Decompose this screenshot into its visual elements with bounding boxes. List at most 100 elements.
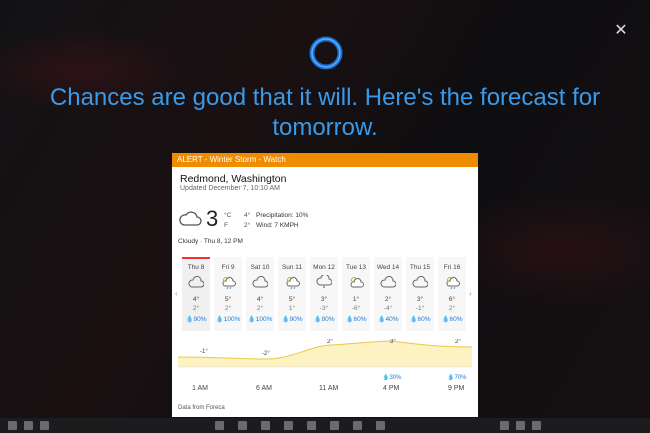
sun-rain-icon	[446, 277, 460, 289]
day-low: 2°	[256, 305, 264, 312]
day-card[interactable]: Fri 16 6° 2° 💧60%	[438, 257, 466, 331]
cloud-icon	[380, 276, 396, 288]
hour-tick: 9 PM	[448, 385, 465, 392]
day-card[interactable]: Sat 10 4° 2° 💧100%	[246, 257, 274, 331]
sun-cloud-icon	[350, 277, 364, 288]
today-high: 4°	[244, 212, 251, 219]
hour-tick: 6 AM	[256, 385, 272, 392]
day-name: Sun 11	[281, 264, 303, 271]
day-card[interactable]: Thu 8 4° 2° 💧90%	[182, 257, 210, 331]
volume-icon[interactable]	[516, 421, 525, 430]
close-icon[interactable]: ✕	[612, 22, 630, 40]
hour-tick: 4 PM	[383, 385, 400, 392]
sun-rain-icon	[286, 277, 300, 289]
cortana-response-text: Chances are good that it will. Here's th…	[49, 84, 601, 141]
search-icon[interactable]	[24, 421, 33, 430]
temp-label: 2°	[327, 339, 333, 345]
day-precip: 💧90%	[281, 316, 303, 323]
day-precip: 💧60%	[441, 316, 463, 323]
cortana-logo-icon	[309, 36, 343, 70]
day-low: -3°	[319, 305, 329, 312]
data-source[interactable]: Data from Foreca	[178, 405, 225, 411]
temp-label: -2°	[262, 351, 270, 357]
day-high: 4°	[192, 296, 200, 303]
selected-day-indicator	[182, 257, 210, 259]
file-explorer-icon[interactable]	[238, 421, 247, 430]
day-name: Mon 12	[313, 264, 335, 271]
day-high: 1°	[352, 296, 360, 303]
today-low: 2°	[244, 222, 251, 229]
day-low: 2°	[192, 305, 200, 312]
day-card[interactable]: Thu 15 3° -1° 💧60%	[406, 257, 434, 331]
weather-card[interactable]: ALERT - Winter Storm - Watch Redmond, Wa…	[172, 153, 478, 417]
unit-toggle[interactable]: °C F	[224, 211, 231, 231]
cloud-icon	[412, 276, 428, 288]
day-high: 2°	[384, 296, 392, 303]
app-icon[interactable]	[376, 421, 385, 430]
current-temperature: 3	[206, 206, 219, 231]
updated-time: Updated December 7, 10:10 AM	[180, 185, 281, 192]
snow-icon	[316, 275, 332, 288]
notification-icon[interactable]	[532, 421, 541, 430]
cloud-icon	[188, 276, 204, 288]
day-high: 4°	[256, 296, 264, 303]
current-condition: Cloudy · Thu 8, 12 PM	[178, 238, 243, 245]
day-precip: 💧80%	[313, 316, 335, 323]
store-icon[interactable]	[261, 421, 270, 430]
network-icon[interactable]	[500, 421, 509, 430]
day-name: Tue 13	[346, 264, 366, 271]
temp-label: 3°	[390, 339, 396, 345]
day-precip: 💧60%	[409, 316, 431, 323]
hour-tick: 11 AM	[319, 385, 339, 392]
cloud-icon	[252, 276, 268, 288]
prev-arrow-icon[interactable]: ‹	[175, 289, 178, 298]
day-precip: 💧60%	[345, 316, 367, 323]
build-watermark	[548, 392, 648, 398]
precip-label: 💧30%	[382, 373, 402, 381]
mail-icon[interactable]	[284, 421, 293, 430]
fahrenheit-unit[interactable]: F	[224, 221, 231, 231]
celsius-unit[interactable]: °C	[224, 211, 231, 221]
day-card[interactable]: Wed 14 2° -4° 💧40%	[374, 257, 402, 331]
precip-label: 💧70%	[447, 373, 467, 381]
day-high: 5°	[288, 296, 296, 303]
weather-alert-banner[interactable]: ALERT - Winter Storm - Watch	[172, 153, 478, 167]
day-high: 5°	[224, 296, 232, 303]
temp-label: -1°	[200, 349, 208, 355]
day-name: Thu 15	[409, 264, 431, 271]
sun-rain-icon	[222, 277, 236, 289]
edge-icon[interactable]	[215, 421, 224, 430]
day-high: 3°	[320, 296, 328, 303]
start-icon[interactable]	[8, 421, 17, 430]
current-details: Precipitation: 10% Wind: 7 KMPH	[256, 211, 308, 231]
precipitation-text: Precipitation: 10%	[256, 212, 309, 219]
day-low: -1°	[415, 305, 425, 312]
temp-label: 2°	[455, 339, 461, 345]
day-low: 1°	[288, 305, 296, 312]
day-name: Thu 8	[187, 264, 205, 271]
task-view-icon[interactable]	[40, 421, 49, 430]
day-card[interactable]: Mon 12 3° -3° 💧80%	[310, 257, 338, 331]
hour-tick: 1 AM	[192, 385, 208, 392]
day-precip: 💧40%	[377, 316, 399, 323]
day-precip: 💧100%	[247, 316, 273, 323]
daily-forecast-strip: Thu 8 4° 2° 💧90% Fri 9 5° 2° 💧100% Sat 1…	[182, 257, 470, 331]
location-title: Redmond, Washington	[180, 173, 287, 185]
today-hi-lo: 4° 2°	[244, 211, 250, 231]
calendar-icon[interactable]	[307, 421, 316, 430]
day-high: 6°	[448, 296, 456, 303]
taskbar	[0, 418, 650, 433]
day-name: Fri 9	[221, 264, 235, 271]
cloudy-icon	[179, 211, 202, 226]
day-high: 3°	[416, 296, 424, 303]
photos-icon[interactable]	[330, 421, 339, 430]
day-name: Sat 10	[250, 264, 270, 271]
day-card[interactable]: Tue 13 1° -6° 💧60%	[342, 257, 370, 331]
day-name: Wed 14	[376, 264, 400, 271]
settings-icon[interactable]	[353, 421, 362, 430]
day-card[interactable]: Sun 11 5° 1° 💧90%	[278, 257, 306, 331]
day-low: 2°	[448, 305, 456, 312]
day-name: Fri 16	[443, 264, 461, 271]
day-low: 2°	[224, 305, 232, 312]
day-card[interactable]: Fri 9 5° 2° 💧100%	[214, 257, 242, 331]
